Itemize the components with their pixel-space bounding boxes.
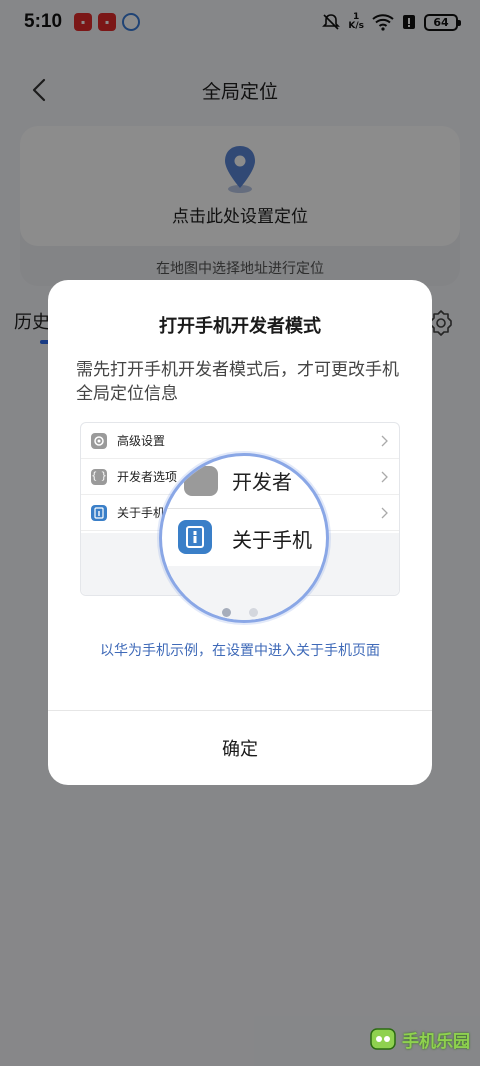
chevron-right-icon <box>381 507 388 518</box>
divider <box>162 508 326 509</box>
magnifier-lens: 开发者 关于手机 <box>159 453 329 623</box>
pager-dot-active[interactable] <box>222 608 231 617</box>
watermark: 手机乐园 <box>368 1024 470 1054</box>
developer-mode-dialog: 打开手机开发者模式 需先打开手机开发者模式后，才可更改手机全局定位信息 高级设置… <box>48 280 432 785</box>
gear-icon <box>91 432 107 449</box>
pager-dot[interactable] <box>249 608 258 617</box>
dialog-title: 打开手机开发者模式 <box>159 316 321 337</box>
confirm-button[interactable]: 确定 <box>48 711 432 785</box>
chevron-right-icon <box>381 435 388 446</box>
watermark-text: 手机乐园 <box>402 1031 470 1052</box>
pager-dots <box>48 608 432 617</box>
developer-options-icon <box>184 466 218 496</box>
chevron-right-icon <box>381 471 388 482</box>
dialog-message: 需先打开手机开发者模式后，才可更改手机全局定位信息 <box>76 360 399 404</box>
illustration-row-label: 关于手机 <box>117 506 166 520</box>
magnified-developer-label: 开发者 <box>232 470 292 494</box>
phone-info-icon <box>178 520 212 554</box>
example-caption: 以华为手机示例，在设置中进入关于手机页面 <box>100 643 380 659</box>
settings-illustration: 高级设置 { } 开发者选项 关于手机 开发者 关于手机 <box>80 422 400 623</box>
magnified-about-label: 关于手机 <box>232 528 312 552</box>
illustration-row-label: 高级设置 <box>117 434 166 448</box>
brackets-icon: { } <box>91 468 107 485</box>
watermark-logo-icon <box>370 1028 396 1050</box>
illustration-row-label: 开发者选项 <box>117 470 178 484</box>
phone-info-icon <box>91 504 107 521</box>
